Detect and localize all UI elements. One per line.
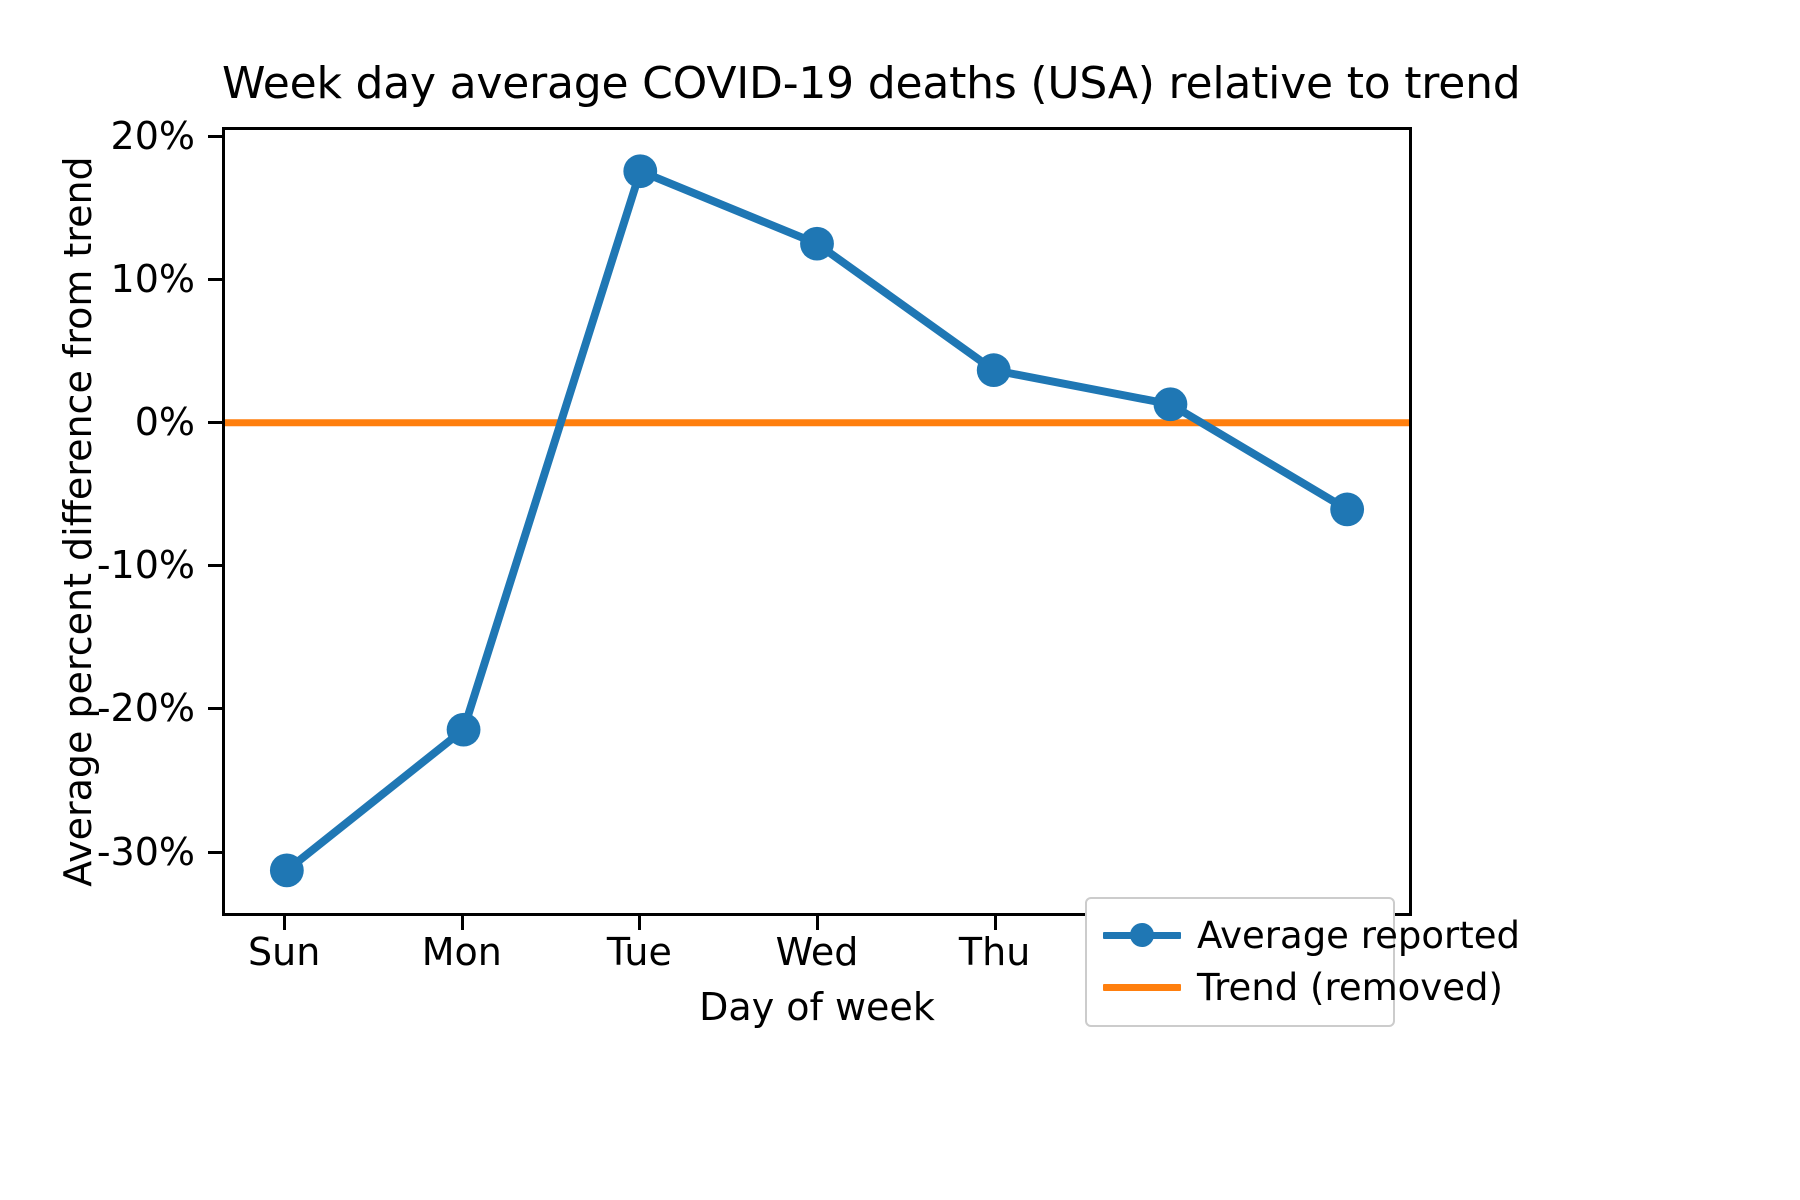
y-axis-tick-mark <box>208 707 222 711</box>
x-axis-tick-label: Tue <box>606 930 672 974</box>
data-point-marker[interactable] <box>976 353 1011 388</box>
legend-marker-line-icon <box>1099 915 1185 955</box>
x-axis-tick-mark <box>816 916 819 930</box>
y-axis-tick-mark <box>208 564 222 568</box>
legend-label-trend-removed: Trend (removed) <box>1197 965 1503 1009</box>
legend-item-average-reported[interactable]: Average reported <box>1099 909 1520 961</box>
data-point-marker[interactable] <box>446 712 481 747</box>
data-point-marker[interactable] <box>1153 387 1188 422</box>
data-point-marker[interactable] <box>800 226 834 261</box>
plot-svg <box>225 154 1409 888</box>
legend-line-icon <box>1099 967 1185 1007</box>
x-axis-tick-mark <box>460 916 464 930</box>
x-axis-tick-mark <box>283 916 287 930</box>
y-axis-tick-mark <box>208 134 222 138</box>
data-point-marker[interactable] <box>623 154 658 189</box>
x-axis-tick-label: Sun <box>248 930 321 974</box>
y-axis-label: Average percent difference from trend <box>56 156 100 887</box>
y-axis-tick-mark <box>208 277 222 281</box>
chart-legend: Average reported Trend (removed) <box>1085 897 1520 1027</box>
plot-area <box>222 127 1412 916</box>
x-axis-tick-label: Mon <box>421 930 502 974</box>
y-axis-tick-mark <box>208 420 222 424</box>
chart-figure: Week day average COVID-19 deaths (USA) r… <box>0 0 1800 1200</box>
series-average-reported-line <box>282 167 1352 875</box>
legend-label-average-reported: Average reported <box>1197 913 1520 957</box>
average-reported-line <box>282 167 1352 875</box>
page-title: Week day average COVID-19 deaths (USA) r… <box>222 58 1521 109</box>
x-axis-tick-label: Wed <box>775 930 859 974</box>
x-axis-tick-label: Thu <box>958 930 1031 974</box>
x-axis-tick-mark <box>638 916 642 930</box>
series-average-reported-markers <box>269 154 1365 888</box>
legend-item-trend-removed[interactable]: Trend (removed) <box>1099 961 1503 1013</box>
data-point-marker[interactable] <box>1330 492 1365 527</box>
y-axis-tick-mark <box>208 850 222 854</box>
x-axis-tick-mark <box>993 916 997 930</box>
data-point-marker[interactable] <box>269 853 304 888</box>
